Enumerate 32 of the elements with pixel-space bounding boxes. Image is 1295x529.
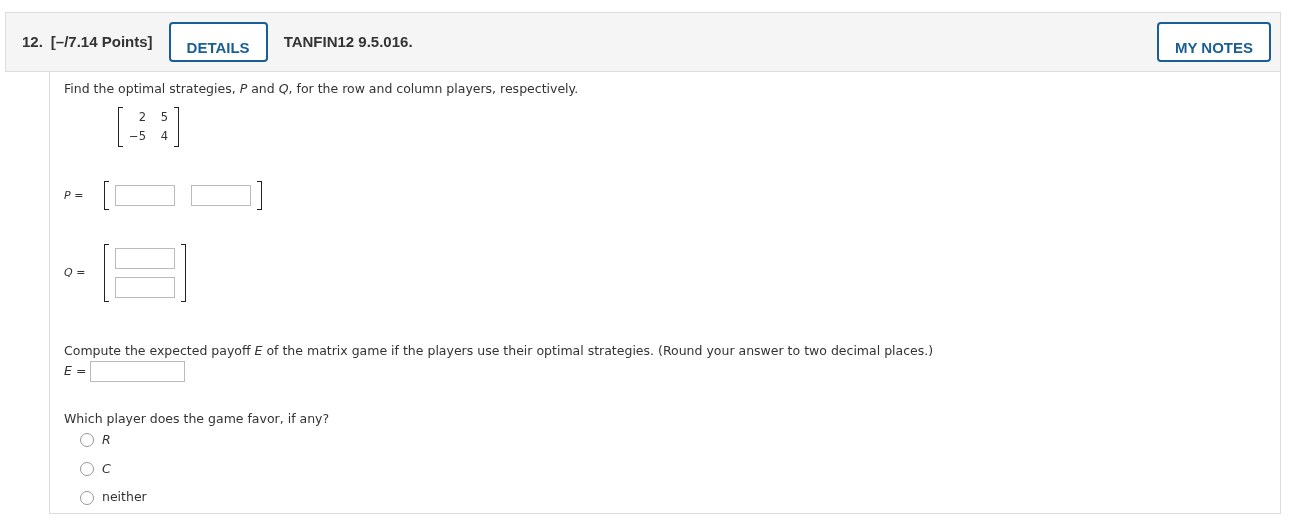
favor-prompt-text: Which player does the game favor, if any? xyxy=(64,410,331,428)
matrix-entry: −5 xyxy=(129,128,146,145)
option-label: R xyxy=(102,430,111,449)
matrix-bracket xyxy=(104,244,109,303)
answer-field[interactable] xyxy=(115,185,175,207)
my-notes-button[interactable]: MY NOTES xyxy=(1156,22,1271,62)
variable-label: P = xyxy=(64,187,85,204)
radio-button[interactable] xyxy=(80,433,94,448)
matrix-entry: 4 xyxy=(159,128,168,145)
matrix-bracket xyxy=(104,181,109,211)
variable-label: E = xyxy=(64,362,87,381)
answer-field[interactable] xyxy=(191,185,251,207)
radio-button[interactable] xyxy=(80,461,94,476)
matrix-bracket xyxy=(118,106,123,148)
question-code: TANFIN12 9.5.016. xyxy=(283,31,413,52)
matrix-bracket xyxy=(257,181,262,211)
matrix-entry: 2 xyxy=(137,108,146,126)
variable-label: Q = xyxy=(64,265,87,281)
matrix-entry: 5 xyxy=(159,108,168,126)
option-label: neither xyxy=(102,488,147,507)
matrix-bracket xyxy=(181,244,186,303)
points-label: [–/7.14 Points] xyxy=(50,31,153,52)
answer-field[interactable] xyxy=(90,361,186,382)
answer-field[interactable] xyxy=(115,248,175,270)
payoff-prompt-text: Compute the expected payoff E of the matrix game if the players use their optimal strategies. (Round your answer to two decimal places.) xyxy=(64,342,935,361)
matrix-bracket xyxy=(173,106,179,148)
radio-button[interactable] xyxy=(80,490,94,505)
option-label: C xyxy=(102,459,111,478)
answer-field[interactable] xyxy=(115,277,175,299)
prompt-text: Find the optimal strategies, P and Q, for the row and column players, respectively. xyxy=(64,80,580,98)
details-button[interactable]: DETAILS xyxy=(168,22,268,62)
question-number: 12. xyxy=(22,31,43,52)
